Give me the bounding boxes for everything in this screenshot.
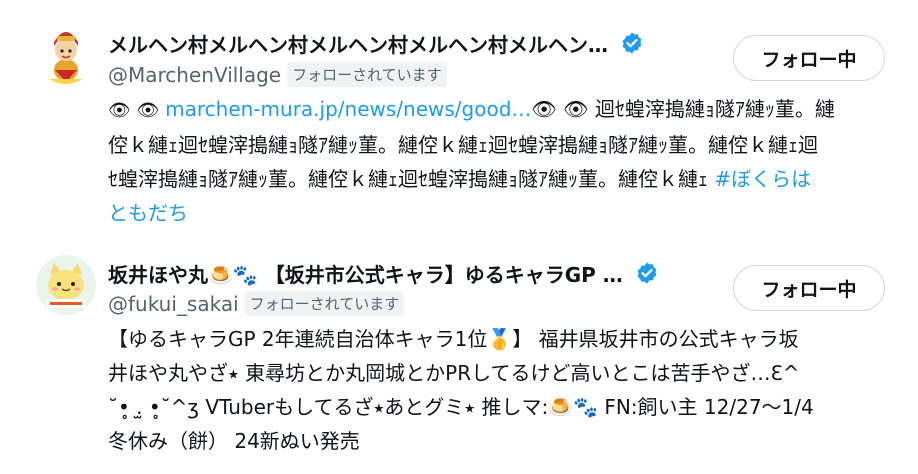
avatar[interactable] (36, 24, 96, 84)
display-name[interactable]: 坂井ほや丸🍮🐾 【坂井市公式キャラ】ゆるキャラGP … (108, 259, 623, 288)
bio-line: 【ゆるキャラGP 2年連続自治体キャラ1位🥇】 福井県坂井市の公式キャラ坂 (108, 327, 799, 351)
user-bio: 👁 👁 marchen-mura.jp/news/news/good…👁 👁 迴… (108, 92, 888, 230)
hoyamaru-mascot-icon (36, 255, 96, 315)
bio-link[interactable]: marchen-mura.jp/news/news/good… (165, 97, 531, 121)
follows-you-badge: フォローされています (244, 291, 405, 316)
user-handle[interactable]: @fukui_sakai (108, 292, 239, 316)
hashtag-link[interactable]: ともだち (108, 201, 188, 225)
bio-line: ともだち (108, 196, 888, 230)
bio-line: 井ほや丸やざ⭑ 東尋坊とか丸岡城とかPRしてるけど高いとこは苦手やざ…ℇ^ (108, 361, 800, 385)
hashtag-link[interactable]: #ぼくらは (714, 167, 811, 191)
verified-badge-icon (635, 261, 659, 285)
following-button[interactable]: フォロー中 (733, 265, 885, 311)
marchen-mascot-icon (36, 24, 96, 84)
name-row: メルヘン村メルヘン村メルヘン村メルヘン村メルヘン… (108, 28, 644, 58)
eyes-emoji: 👁 👁 (108, 100, 166, 121)
handle-row: @MarchenVillage フォローされています (108, 62, 447, 87)
bio-line: 👁 👁 marchen-mura.jp/news/news/good…👁 👁 迴… (108, 92, 888, 128)
bio-text: ｾ蝗滓搗縺ｮ隧ｱ縺ｯ菫。縺倥ｋ縺ｪ迴ｾ蝗滓搗縺ｮ隧ｱ縺ｯ菫。縺倥ｋ縺ｪ (108, 167, 715, 191)
display-name[interactable]: メルヘン村メルヘン村メルヘン村メルヘン村メルヘン… (108, 29, 608, 58)
user-bio: 【ゆるキャラGP 2年連続自治体キャラ1位🥇】 福井県坂井市の公式キャラ坂 井ほ… (108, 322, 888, 458)
avatar[interactable] (36, 255, 96, 315)
user-handle[interactable]: @MarchenVillage (108, 63, 281, 87)
bio-line: ｾ蝗滓搗縺ｮ隧ｱ縺ｯ菫。縺倥ｋ縺ｪ迴ｾ蝗滓搗縺ｮ隧ｱ縺ｯ菫。縺倥ｋ縺ｪ #ぼくら… (108, 162, 888, 196)
bio-text: 👁 👁 迴ｾ蝗滓搗縺ｮ隧ｱ縺ｯ菫。縺 (531, 97, 835, 121)
verified-badge-icon (620, 31, 644, 55)
following-button[interactable]: フォロー中 (733, 35, 885, 81)
follows-you-badge: フォローされています (287, 62, 447, 87)
name-row: 坂井ほや丸🍮🐾 【坂井市公式キャラ】ゆるキャラGP … (108, 258, 659, 288)
bio-line: 冬休み（餅） 24新ぬい発売 (108, 429, 360, 453)
bio-line: ˘•̥ .̫ •̥˘^ʒ VTuberもしてるざ⭑あとグミ⭑ 推しマ:🍮🐾 FN… (108, 395, 814, 419)
handle-row: @fukui_sakai フォローされています (108, 291, 405, 316)
bio-line: 倥ｋ縺ｪ迴ｾ蝗滓搗縺ｮ隧ｱ縺ｯ菫。縺倥ｋ縺ｪ迴ｾ蝗滓搗縺ｮ隧ｱ縺ｯ菫。縺倥ｋ縺ｪ… (108, 133, 818, 157)
